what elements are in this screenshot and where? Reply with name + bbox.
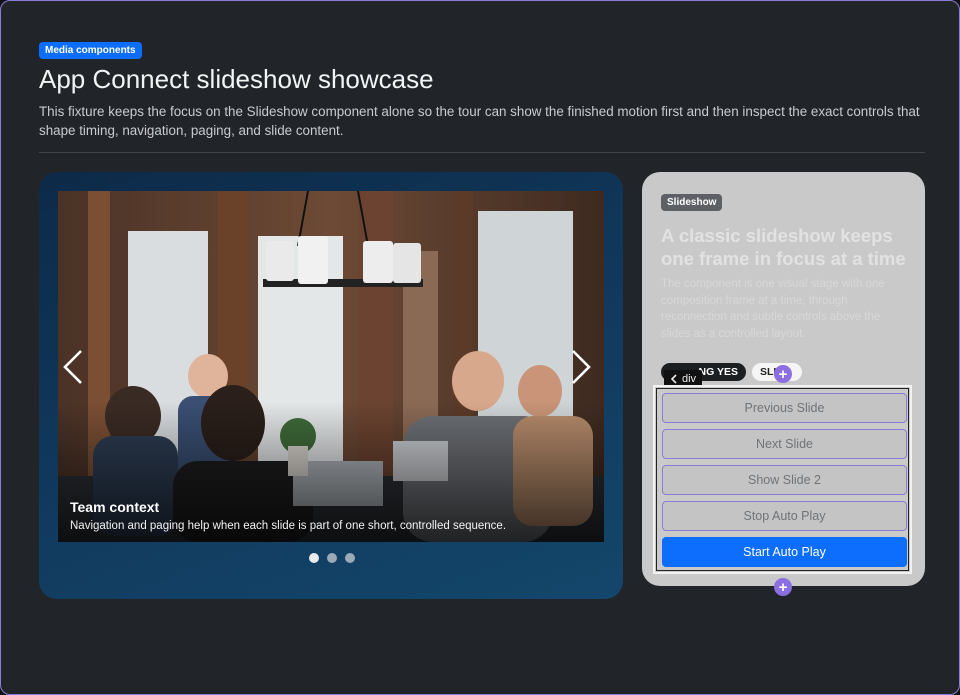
chevron-left-icon xyxy=(670,373,677,384)
office-meeting-photo xyxy=(58,191,604,542)
divider xyxy=(39,152,925,153)
plus-icon: + xyxy=(778,578,788,596)
start-auto-play-button[interactable]: Start Auto Play xyxy=(662,537,907,567)
inspector-tag-label: div xyxy=(682,372,697,385)
page-title: App Connect slideshow showcase xyxy=(39,64,434,94)
section-badge: Media components xyxy=(39,42,142,59)
app-frame: Media components App Connect slideshow s… xyxy=(0,0,960,695)
previous-slide-arrow[interactable] xyxy=(62,349,92,389)
page-description: This fixture keeps the focus on the Slid… xyxy=(39,104,920,138)
card-tag: Slideshow xyxy=(661,194,723,211)
slide-image: Team context Navigation and paging help … xyxy=(58,191,604,542)
slideshow-controls: Previous Slide Next Slide Show Slide 2 S… xyxy=(653,385,912,574)
next-slide-arrow[interactable] xyxy=(570,349,600,389)
previous-slide-button[interactable]: Previous Slide xyxy=(662,393,907,423)
slide-caption-title: Team context xyxy=(70,499,160,515)
pager-dot-3[interactable] xyxy=(345,553,355,563)
card-heading: A classic slideshow keeps one frame in f… xyxy=(661,225,906,269)
slide-pager xyxy=(309,553,355,563)
chevron-right-icon xyxy=(572,350,591,384)
slideshow-stage: Team context Navigation and paging help … xyxy=(39,172,623,599)
pager-dot-2[interactable] xyxy=(327,553,337,563)
add-element-button-bottom[interactable]: + xyxy=(774,578,792,596)
card-body: The component is one visual stage with o… xyxy=(661,278,885,340)
chevron-left-icon xyxy=(63,350,82,384)
show-slide-2-button[interactable]: Show Slide 2 xyxy=(662,465,907,495)
pager-dot-1[interactable] xyxy=(309,553,319,563)
add-element-button-top[interactable]: + xyxy=(774,365,792,383)
next-slide-button[interactable]: Next Slide xyxy=(662,429,907,459)
stop-auto-play-button[interactable]: Stop Auto Play xyxy=(662,501,907,531)
slide-caption-text: Navigation and paging help when each sli… xyxy=(70,520,507,532)
plus-icon: + xyxy=(778,365,788,383)
